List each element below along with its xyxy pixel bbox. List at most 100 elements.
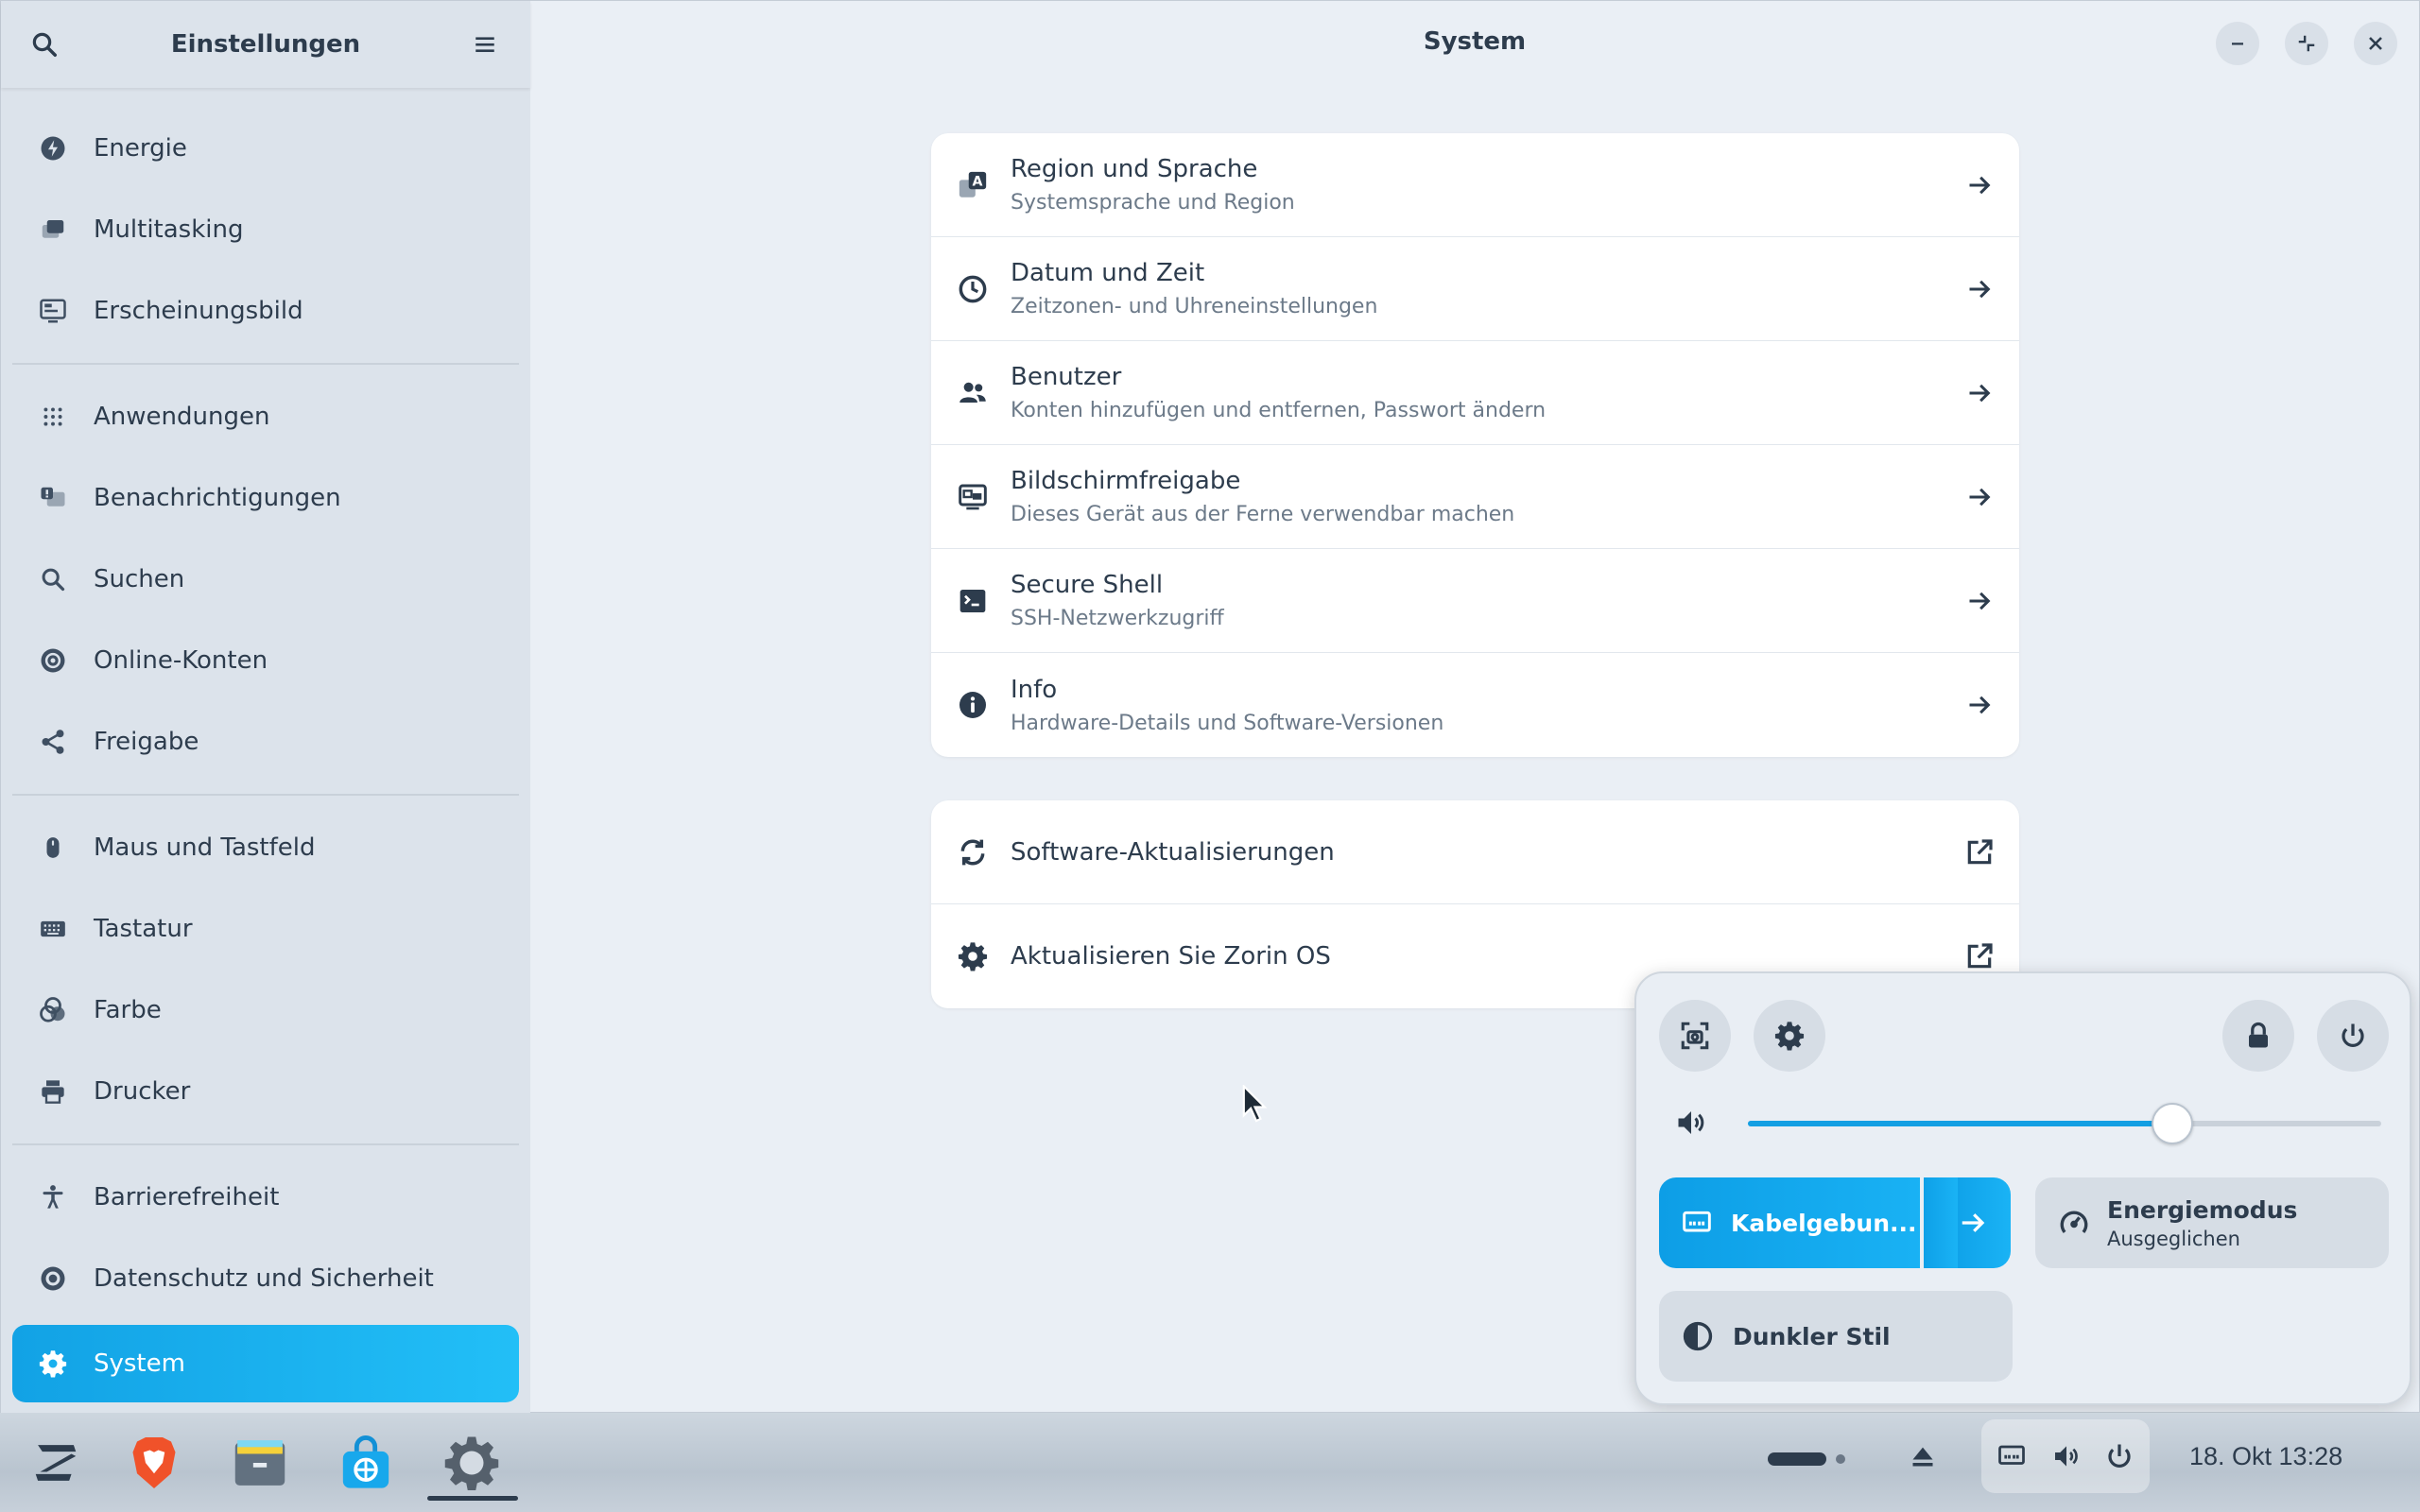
keyboard-icon [37,913,69,945]
gear-icon [1774,1022,1805,1051]
clock[interactable]: 18. Okt 13:28 [2189,1442,2342,1471]
sidebar-item-label: Benachrichtigungen [94,484,341,512]
sidebar-item-system[interactable]: System [12,1325,519,1402]
quick-settings-panel: Kabelgebun... Energiemodus Ausgeglichen D… [1634,971,2411,1405]
row-secure-shell[interactable]: Secure Shell SSH-Netzwerkzugriff [931,549,2019,653]
sidebar-item-freigabe[interactable]: Freigabe [12,701,519,782]
system-settings-card: A Region und Sprache Systemsprache und Re… [931,133,2019,757]
gear-icon [37,1348,69,1380]
sidebar-item-suchen[interactable]: Suchen [12,539,519,620]
volume-icon [2049,1439,2083,1473]
volume-icon [1674,1106,1708,1143]
sidebar-item-barrierefreiheit[interactable]: Barrierefreiheit [12,1157,519,1238]
sidebar-item-anwendungen[interactable]: Anwendungen [12,376,519,457]
dark-style-label: Dunkler Stil [1733,1322,1891,1350]
dark-style-toggle[interactable]: Dunkler Stil [1659,1291,2013,1382]
row-region-und-sprache[interactable]: A Region und Sprache Systemsprache und Re… [931,133,2019,237]
sidebar-item-farbe[interactable]: Farbe [12,970,519,1051]
power-mode-value: Ausgeglichen [2107,1227,2240,1250]
refresh-icon [954,833,992,871]
settings-button[interactable] [1754,1000,1825,1072]
mouse-cursor-icon [1242,1083,1270,1130]
hamburger-menu-icon[interactable] [464,24,506,65]
sidebar-item-label: Drucker [94,1077,191,1106]
sidebar-item-label: Datenschutz und Sicherheit [94,1264,434,1293]
sidebar-header: Einstellungen [1,1,530,88]
tile-divider [1920,1177,1924,1268]
screenshot-icon [1681,1022,1709,1050]
brave-browser-icon[interactable] [119,1428,189,1498]
close-icon [2369,37,2382,50]
active-app-indicator [427,1496,518,1501]
row-datum-und-zeit[interactable]: Datum und Zeit Zeitzonen- und Uhreneinste… [931,237,2019,341]
sidebar-item-benachrichtigungen[interactable]: Benachrichtigungen [12,457,519,539]
row-subtitle: SSH-Netzwerkzugriff [1011,607,1224,630]
power-button[interactable] [2317,1000,2389,1072]
row-title: Region und Sprache [1011,155,1258,183]
settings-icon[interactable] [437,1428,507,1498]
screenshot-button[interactable] [1659,1000,1731,1072]
workspace-indicator[interactable] [1768,1450,1849,1472]
arrow-right-icon [1961,374,1998,412]
minimize-icon [2232,43,2243,45]
minimize-button[interactable] [2216,22,2259,65]
online-accounts-icon [37,644,69,677]
row-benutzer[interactable]: Benutzer Konten hinzufügen und entfernen,… [931,341,2019,445]
sidebar-item-online-konten[interactable]: Online-Konten [12,620,519,701]
sidebar-item-tastatur[interactable]: Tastatur [12,888,519,970]
arrow-right-icon [1961,478,1998,516]
close-button[interactable] [2354,22,2397,65]
clock-icon [954,270,992,308]
sidebar-item-label: Tastatur [94,915,193,943]
sidebar-item-label: Energie [94,134,187,163]
row-software-aktualisierungen[interactable]: Software-Aktualisierungen [931,800,2019,904]
files-icon[interactable] [225,1428,295,1498]
sidebar-title: Einstellungen [170,30,361,59]
eject-icon[interactable] [1906,1439,1940,1473]
row-bildschirmfreigabe[interactable]: Bildschirmfreigabe Dieses Gerät aus der F… [931,445,2019,549]
row-info[interactable]: Info Hardware-Details und Software-Versio… [931,653,2019,757]
row-subtitle: Systemsprache und Region [1011,191,1295,215]
row-title: Secure Shell [1011,571,1164,599]
sidebar-item-label: Barrierefreiheit [94,1183,280,1211]
network-wired-icon [1995,1439,2029,1473]
sidebar: Einstellungen Energie Multitasking Ersch… [1,1,530,1414]
region-language-icon: A [954,166,992,204]
sidebar-item-label: Erscheinungsbild [94,297,303,325]
restore-button[interactable] [2285,22,2328,65]
sidebar-item-label: Multitasking [94,215,244,244]
printer-icon [37,1075,69,1108]
lock-button[interactable] [2222,1000,2294,1072]
sidebar-item-multitasking[interactable]: Multitasking [12,189,519,270]
search-icon[interactable] [24,24,65,65]
sidebar-item-datenschutz[interactable]: Datenschutz und Sicherheit [12,1238,519,1319]
external-link-icon [1961,833,1998,871]
software-store-icon[interactable] [331,1428,401,1498]
volume-slider-thumb[interactable] [2151,1103,2193,1144]
power-mode-toggle[interactable]: Energiemodus Ausgeglichen [2035,1177,2389,1268]
info-icon [954,686,992,724]
row-title: Software-Aktualisierungen [1011,837,1335,867]
sidebar-item-maus-und-tastfeld[interactable]: Maus und Tastfeld [12,807,519,888]
zorin-menu-icon[interactable] [21,1428,91,1498]
arrow-right-icon [1959,1209,1987,1237]
accessibility-icon [37,1181,69,1213]
network-toggle[interactable]: Kabelgebun... [1659,1177,1942,1268]
volume-slider-fill [1748,1121,2172,1126]
terminal-icon [954,582,992,620]
arrow-right-icon [1961,686,1998,724]
volume-slider[interactable] [1748,1103,2381,1144]
sidebar-item-label: Anwendungen [94,403,270,431]
sidebar-item-drucker[interactable]: Drucker [12,1051,519,1132]
sidebar-separator [12,363,519,365]
arrow-right-icon [1961,166,1998,204]
row-title: Datum und Zeit [1011,259,1205,287]
sidebar-item-erscheinungsbild[interactable]: Erscheinungsbild [12,270,519,352]
sidebar-item-energie[interactable]: Energie [12,108,519,189]
sidebar-list: Energie Multitasking Erscheinungsbild An… [12,108,519,1402]
arrow-right-icon [1961,270,1998,308]
notifications-icon [37,482,69,514]
sidebar-separator [12,794,519,796]
row-title: Bildschirmfreigabe [1011,467,1241,495]
power-mode-label: Energiemodus [2107,1195,2298,1224]
